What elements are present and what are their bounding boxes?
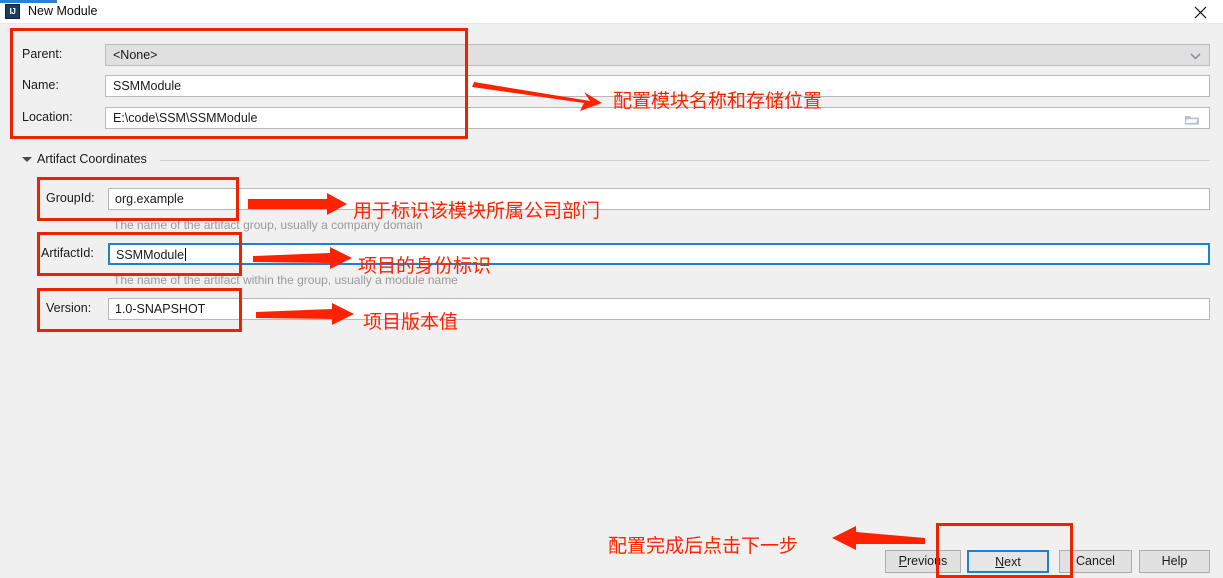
intellij-app-icon: IJ bbox=[5, 4, 20, 19]
artifact-coordinates-header[interactable]: Artifact Coordinates bbox=[0, 151, 1223, 169]
version-label: Version: bbox=[46, 301, 92, 315]
artifactid-input[interactable]: SSMModule bbox=[108, 243, 1210, 265]
location-value: E:\code\SSM\SSMModule bbox=[113, 111, 258, 125]
name-input[interactable]: SSMModule bbox=[105, 75, 1210, 97]
name-label: Name: bbox=[22, 78, 59, 92]
artifactid-hint: The name of the artifact within the grou… bbox=[113, 273, 458, 287]
location-input[interactable]: E:\code\SSM\SSMModule bbox=[105, 107, 1210, 129]
next-mnemonic: N bbox=[995, 555, 1005, 569]
chevron-down-icon bbox=[1190, 53, 1201, 60]
location-row: Location: E:\code\SSM\SSMModule bbox=[0, 107, 1223, 129]
triangle-down-icon[interactable] bbox=[22, 157, 32, 162]
module-basic-form: Parent: <None> Name: SSMModule Location:… bbox=[0, 23, 1223, 143]
previous-mnemonic: P bbox=[898, 554, 908, 568]
location-label: Location: bbox=[22, 110, 73, 124]
section-divider bbox=[160, 160, 1210, 161]
artifactid-label: ArtifactId: bbox=[41, 246, 94, 260]
version-value: 1.0-SNAPSHOT bbox=[115, 302, 206, 316]
groupid-hint: The name of the artifact group, usually … bbox=[113, 218, 423, 232]
arrow-to-next-button bbox=[832, 526, 925, 550]
artifactid-row: ArtifactId: SSMModule bbox=[0, 243, 1223, 265]
version-input[interactable]: 1.0-SNAPSHOT bbox=[108, 298, 1210, 320]
previous-button[interactable]: Previous bbox=[885, 550, 961, 573]
groupid-label: GroupId: bbox=[46, 191, 95, 205]
parent-row: Parent: <None> bbox=[0, 44, 1223, 66]
help-button[interactable]: Help bbox=[1139, 550, 1210, 573]
version-row: Version: 1.0-SNAPSHOT bbox=[0, 298, 1223, 320]
name-value: SSMModule bbox=[113, 79, 182, 93]
groupid-row: GroupId: org.example bbox=[0, 188, 1223, 210]
artifact-coordinates-title: Artifact Coordinates bbox=[37, 152, 147, 166]
groupid-value: org.example bbox=[115, 192, 184, 206]
groupid-input[interactable]: org.example bbox=[108, 188, 1210, 210]
artifactid-value: SSMModule bbox=[116, 248, 187, 262]
parent-combobox[interactable]: <None> bbox=[105, 44, 1210, 66]
folder-icon[interactable] bbox=[1184, 113, 1200, 126]
window-title: New Module bbox=[28, 4, 98, 18]
window-title-bar: IJ New Module bbox=[0, 0, 1223, 24]
previous-label-rest: revious bbox=[907, 554, 948, 568]
text-caret bbox=[185, 248, 187, 261]
close-button[interactable] bbox=[1178, 0, 1223, 23]
cancel-button[interactable]: Cancel bbox=[1059, 550, 1132, 573]
parent-value: <None> bbox=[113, 48, 158, 62]
active-window-accent bbox=[0, 0, 57, 3]
next-label-rest: ext bbox=[1004, 555, 1021, 569]
close-icon bbox=[1194, 6, 1207, 19]
name-row: Name: SSMModule bbox=[0, 75, 1223, 97]
next-button[interactable]: Next bbox=[967, 550, 1049, 573]
annotation-text-5: 配置完成后点击下一步 bbox=[608, 535, 799, 557]
parent-label: Parent: bbox=[22, 47, 63, 61]
